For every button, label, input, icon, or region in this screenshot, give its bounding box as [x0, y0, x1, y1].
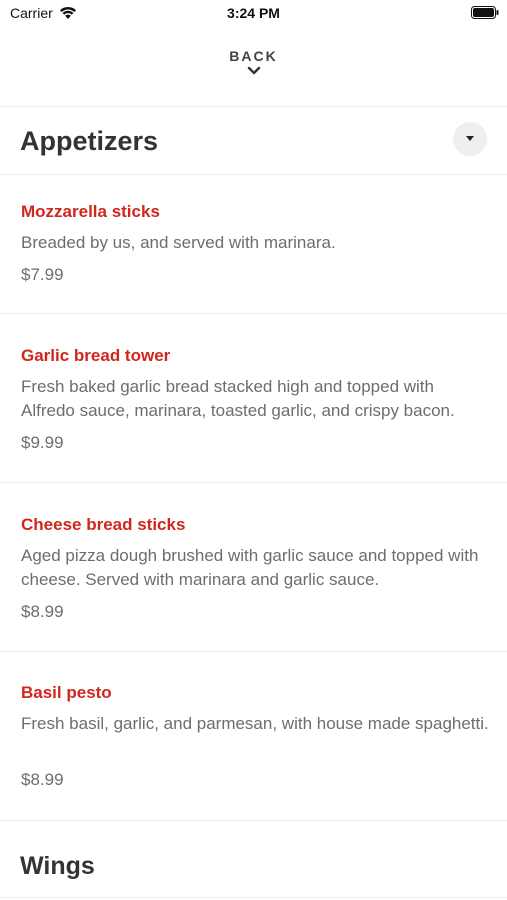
- item-name: Mozzarella sticks: [21, 202, 160, 221]
- caret-down-icon: [466, 136, 474, 141]
- item-name: Cheese bread sticks: [21, 515, 186, 534]
- back-label: BACK: [229, 48, 278, 64]
- divider: [0, 482, 507, 483]
- divider: [0, 651, 507, 652]
- item-price: $8.99: [21, 602, 64, 621]
- item-description: Fresh basil, garlic, and parmesan, with …: [21, 714, 489, 733]
- item-description: Breaded by us, and served with marinara.: [21, 233, 336, 252]
- chevron-down-icon: [247, 66, 260, 75]
- item-name: Basil pesto: [21, 683, 112, 702]
- collapse-section-button[interactable]: [453, 122, 487, 156]
- item-price: $7.99: [21, 265, 64, 284]
- back-button[interactable]: BACK: [0, 48, 507, 76]
- battery-icon: [471, 6, 499, 19]
- item-description: Fresh baked garlic bread stacked high an…: [21, 377, 455, 420]
- section-title-appetizers: Appetizers: [20, 126, 159, 156]
- divider: [0, 313, 507, 314]
- section-title-wings[interactable]: Wings: [20, 852, 95, 881]
- status-time: 3:24 PM: [227, 5, 280, 21]
- status-bar: Carrier 3:24 PM: [0, 0, 507, 30]
- item-description: Aged pizza dough brushed with garlic sau…: [21, 546, 479, 589]
- divider: [0, 174, 507, 175]
- divider: [0, 897, 507, 898]
- divider: [0, 106, 507, 107]
- item-name: Garlic bread tower: [21, 346, 171, 365]
- item-price: $8.99: [21, 770, 64, 789]
- item-price: $9.99: [21, 433, 64, 452]
- divider: [0, 820, 507, 821]
